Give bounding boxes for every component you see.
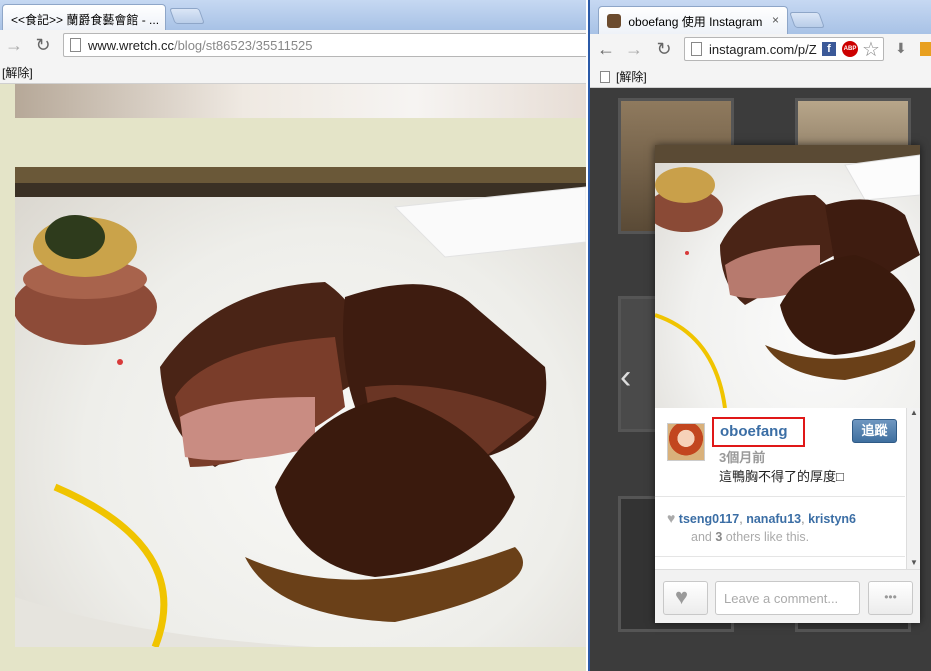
others-count: 3 <box>715 530 723 544</box>
liker-link[interactable]: tseng0117 <box>679 512 739 526</box>
forward-icon[interactable]: → <box>4 35 24 55</box>
others-suffix: others like this. <box>725 530 810 544</box>
bookmark-item[interactable]: [解除] <box>616 70 647 84</box>
reload-icon[interactable]: ↻ <box>33 35 53 55</box>
others-prefix: and <box>691 530 712 544</box>
blog-content <box>0 84 586 671</box>
url-domain: www.wretch.cc <box>88 38 174 53</box>
tab-title: <<食記>> 蘭爵食藝會館 - ... <box>11 13 160 27</box>
liker-link[interactable]: nanafu13 <box>746 512 801 526</box>
divider <box>655 496 905 497</box>
reload-icon[interactable]: ↻ <box>654 39 674 59</box>
left-tabstrip: <<食記>> 蘭爵食藝會館 - ... <box>0 0 586 30</box>
username-link[interactable]: oboefang <box>712 417 805 447</box>
tab-title: oboefang 使用 Instagram <box>628 15 763 29</box>
post-time: 3個月前 <box>719 450 766 465</box>
page-icon <box>70 38 81 52</box>
duck-photo-art <box>15 167 586 647</box>
scroll-up-icon[interactable]: ▲ <box>910 408 918 417</box>
heart-icon: ♥ <box>667 510 676 526</box>
right-tabstrip: oboefang 使用 Instagram × <box>590 0 931 34</box>
bookmarks-bar: [解除] <box>0 60 586 84</box>
adblock-icon[interactable]: ABP <box>842 41 858 57</box>
page-icon <box>600 71 610 83</box>
tab-instagram[interactable]: oboefang 使用 Instagram × <box>598 6 788 34</box>
duck-breast-photo <box>15 167 586 647</box>
extension-icon[interactable] <box>920 42 931 56</box>
tab-wretch-blog[interactable]: <<食記>> 蘭爵食藝會館 - ... <box>2 4 166 30</box>
divider <box>655 556 905 557</box>
post-caption: 這鴨胸不得了的厚度□ <box>719 469 844 484</box>
forward-icon[interactable]: → <box>624 39 644 59</box>
new-tab-button[interactable] <box>169 8 205 24</box>
right-browser-window: oboefang 使用 Instagram × ← → ↻ instagram.… <box>588 0 931 671</box>
previous-arrow-icon[interactable]: ‹ <box>620 360 631 394</box>
like-button[interactable]: ♥ <box>663 581 708 615</box>
instagram-favicon-icon <box>607 14 621 28</box>
liker-link[interactable]: kristyn6 <box>808 512 856 526</box>
more-options-button[interactable]: ••• <box>868 581 913 615</box>
avatar[interactable] <box>667 423 705 461</box>
post-photo <box>655 145 920 408</box>
follow-button[interactable]: 追蹤 <box>852 419 897 443</box>
likes-section: ♥ tseng0117, nanafu13, kristyn6 and 3 ot… <box>667 510 857 544</box>
instagram-post-modal: oboefang 追蹤 3個月前 這鴨胸不得了的厚度□ ♥ tseng0117,… <box>655 145 920 623</box>
url-text: instagram.com/p/Z <box>709 42 817 57</box>
previous-photo-strip <box>15 84 586 118</box>
download-icon[interactable]: ⬇ <box>895 40 907 57</box>
back-icon[interactable]: ← <box>596 39 616 59</box>
comment-input[interactable]: Leave a comment... <box>715 581 860 615</box>
facebook-icon[interactable]: f <box>822 42 836 56</box>
other-likes-text[interactable]: and 3 others like this. <box>691 530 809 544</box>
page-icon <box>691 42 702 56</box>
left-browser-window: <<食記>> 蘭爵食藝會館 - ... → ↻ www.wretch.cc/bl… <box>0 0 586 671</box>
close-tab-icon[interactable]: × <box>772 13 779 27</box>
star-icon[interactable]: ☆ <box>862 37 880 62</box>
heart-icon: ♥ <box>675 584 689 609</box>
bookmarks-bar: [解除] <box>590 64 931 88</box>
right-toolbar: ← → ↻ instagram.com/p/Z f ABP ☆ ⬇ <box>590 34 931 64</box>
url-path: /blog/st86523/35511525 <box>173 38 313 53</box>
post-photo-art <box>655 145 920 408</box>
new-tab-button[interactable] <box>789 12 825 28</box>
comment-footer: ♥ Leave a comment... ••• <box>655 569 920 623</box>
scrollbar[interactable]: ▲ ▼ <box>906 408 920 569</box>
left-toolbar: → ↻ www.wretch.cc/blog/st86523/35511525 <box>0 30 586 60</box>
address-bar[interactable]: www.wretch.cc/blog/st86523/35511525 <box>63 33 586 57</box>
bookmark-item[interactable]: [解除] <box>2 66 33 80</box>
scroll-down-icon[interactable]: ▼ <box>910 558 918 567</box>
